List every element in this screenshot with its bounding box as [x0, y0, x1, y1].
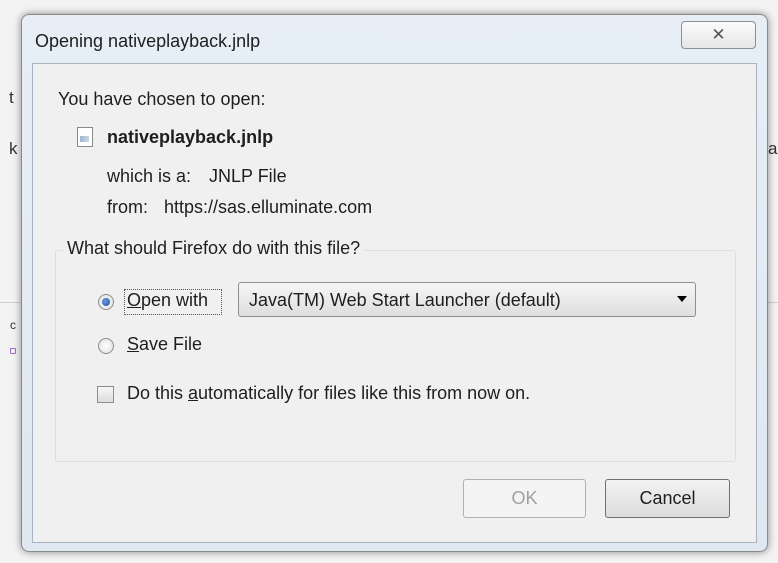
title-bar[interactable]: Opening nativeplayback.jnlp ✕ — [22, 15, 767, 63]
intro-text: You have chosen to open: — [58, 89, 266, 109]
download-dialog: Opening nativeplayback.jnlp ✕ You have c… — [21, 14, 768, 552]
accel-key: O — [127, 290, 142, 310]
background-text: t — [9, 88, 14, 107]
application-select[interactable]: Java(TM) Web Start Launcher (default) — [238, 282, 696, 317]
chevron-down-icon — [677, 296, 687, 302]
application-select-value: Java(TM) Web Start Launcher (default) — [249, 290, 561, 310]
background-text: c — [10, 318, 16, 332]
accel-key: a — [188, 383, 199, 403]
save-file-radio[interactable] — [98, 338, 114, 354]
document-icon — [77, 127, 93, 147]
background-text: k — [9, 139, 18, 158]
dialog-body: You have chosen to open: nativeplayback.… — [32, 63, 757, 543]
background-link-icon — [10, 348, 16, 354]
file-type-label: which is a: — [107, 166, 192, 186]
save-file-label[interactable]: Save File — [127, 334, 202, 355]
label-prefix: Do this — [127, 383, 189, 403]
label-rest: ave File — [139, 334, 203, 354]
accel-key: S — [127, 334, 140, 354]
file-name: nativeplayback.jnlp — [107, 127, 274, 147]
open-with-radio[interactable] — [98, 294, 114, 310]
close-icon: ✕ — [711, 25, 726, 44]
background-text: a — [768, 139, 778, 158]
open-with-label[interactable]: Open with — [127, 290, 208, 311]
dialog-title: Opening nativeplayback.jnlp — [35, 31, 261, 51]
source-url: https://sas.elluminate.com — [164, 197, 373, 217]
ok-button[interactable]: OK — [463, 479, 586, 518]
source-label: from: — [107, 197, 149, 217]
file-type-value: JNLP File — [209, 166, 287, 186]
label-rest: utomatically for files like this from no… — [198, 383, 531, 403]
cancel-button[interactable]: Cancel — [605, 479, 730, 518]
auto-label[interactable]: Do this automatically for files like thi… — [127, 383, 530, 404]
close-button[interactable]: ✕ — [681, 21, 756, 49]
label-rest: pen with — [141, 290, 209, 310]
action-question: What should Firefox do with this file? — [63, 238, 365, 259]
auto-checkbox[interactable] — [97, 386, 114, 403]
